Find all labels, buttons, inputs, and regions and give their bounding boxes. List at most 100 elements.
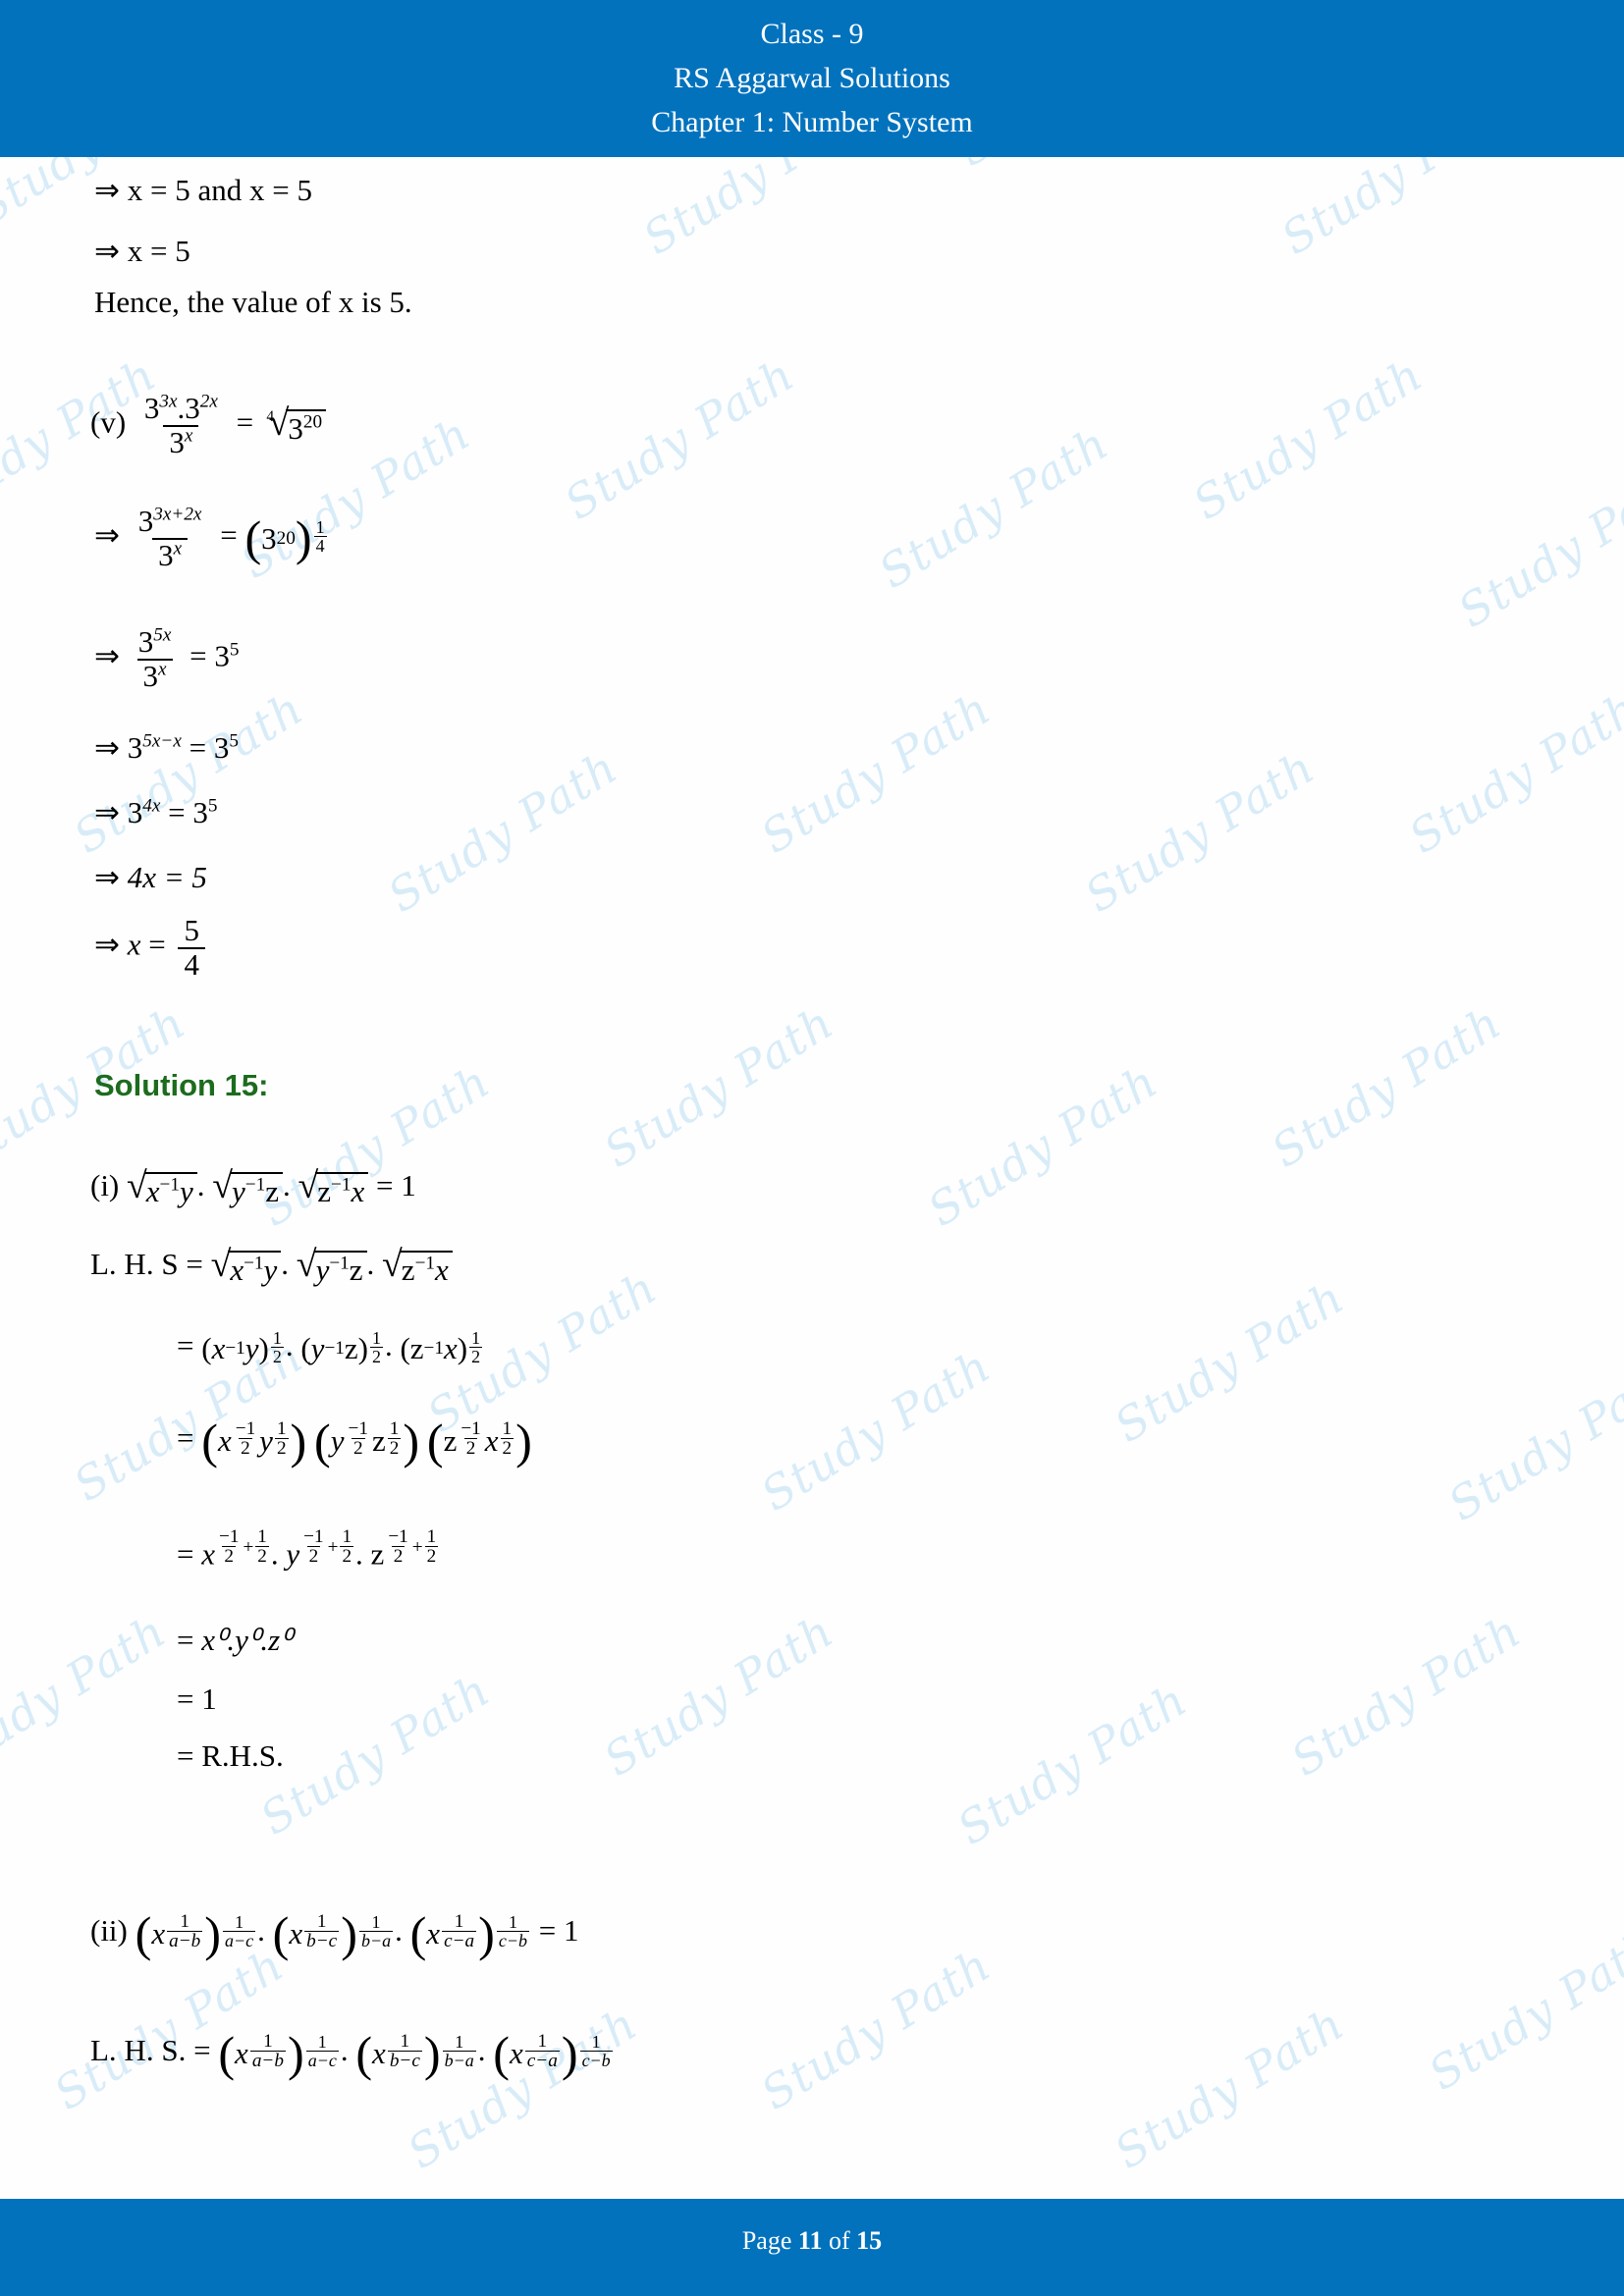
power-group: (z −1 x) 1 2 [400, 1327, 483, 1366]
power-group: (x −1 y) 1 2 [201, 1327, 284, 1366]
base: 3 [158, 537, 174, 572]
paren-group: (y −1 2 z 1 2) [314, 1413, 420, 1468]
total-page-number: 15 [856, 2226, 883, 2255]
outer-exponent-fraction: 1 c−b [496, 1913, 529, 1949]
right-paren: ) [204, 1905, 222, 1961]
watermark-text: Study Path [44, 1938, 294, 2120]
exponent: −1 2 +1 2 [384, 1527, 440, 1567]
page-header: Class - 9 RS Aggarwal Solutions Chapter … [0, 0, 1624, 157]
tail: z [265, 1174, 279, 1209]
exponent-fraction: −1 2 [386, 1526, 409, 1567]
numerator: 1 [235, 1912, 244, 1933]
exponent: −1 2 +1 2 [299, 1527, 355, 1567]
equation-part-i-statement: (i) √ x−1y. √ y−1z. √ z−1x = 1 [90, 1167, 416, 1206]
equation-part-i-step-5: = 1 [177, 1683, 217, 1714]
exponent-fraction: 12 [340, 1527, 354, 1568]
tail: y [244, 1331, 259, 1366]
denominator: a−b [167, 1931, 203, 1952]
left-paren: ( [426, 1413, 444, 1468]
inner-exponent-fraction: 1 b−c [387, 2032, 422, 2072]
current-page-number: 11 [797, 2226, 823, 2255]
fraction: 33x+2x 3x [133, 505, 208, 572]
numerator: 1 [276, 1418, 287, 1440]
equals-sign: = [177, 1623, 194, 1657]
denominator: 2 [340, 1546, 354, 1568]
right-paren: ) [403, 1413, 420, 1468]
inner-exponent-fraction: 1 b−c [304, 1912, 340, 1951]
inner-exponent: 1 c−a [523, 2032, 562, 2072]
numerator: 1 [180, 1911, 190, 1933]
fraction-numerator: 35x [133, 625, 178, 659]
exponent-fraction: 12 [274, 1418, 289, 1459]
inner-exponent-fraction: 1 a−b [167, 1911, 203, 1952]
exponent: 12 [499, 1419, 516, 1460]
left-paren: ( [201, 1413, 218, 1468]
header-class-line: Class - 9 [760, 18, 864, 50]
exponent: 3x [159, 391, 178, 412]
radicand: x−1y [228, 1251, 282, 1285]
implies-arrow: ⇒ [94, 517, 120, 553]
exponent-fraction: −1 2 [459, 1419, 482, 1459]
exponent: −1 [331, 1175, 352, 1197]
math-line-implies-x5-and: ⇒ x = 5 and x = 5 [94, 175, 312, 205]
tail: z [344, 1331, 358, 1366]
watermark-text: Study Path [0, 1604, 176, 1787]
exponent: 12 [386, 1419, 404, 1460]
base: z [409, 1331, 424, 1366]
equation-part-i-step-2: = (x −1 2 y 1 2) (y −1 2 z 1 2) (z −1 2 x 1 2) [177, 1413, 532, 1468]
exponent-fraction: −1 2 [234, 1419, 257, 1459]
lhs-label: L. H. S. [90, 2032, 187, 2067]
equals-sign: = [236, 404, 254, 440]
rhs-base: 3 [192, 795, 208, 829]
variable: x [217, 1423, 232, 1459]
radicand: y−1z [230, 1172, 283, 1206]
inner-exponent-fraction: 1 c−a [524, 2032, 560, 2071]
exponent-fraction: −1 2 [347, 1419, 370, 1459]
power-group: (x 1 b−c) 1 b−a [273, 1908, 395, 1958]
exponent-fraction: −1 2 [217, 1527, 241, 1567]
equation-part-i-step-3: = x −1 2 +1 2. y −1 2 +1 2. z −1 2 +1 2 [177, 1527, 440, 1572]
radicand: z−1x [399, 1251, 453, 1285]
math-text: Hence, the value of x is 5. [94, 285, 412, 319]
denominator: 2 [500, 1438, 514, 1460]
numerator: −1 [388, 1526, 408, 1548]
radicand: 320 [286, 409, 327, 447]
denominator: 2 [270, 1346, 284, 1366]
exponent: −1 [159, 1175, 180, 1197]
exponent: x [184, 425, 193, 447]
implies-arrow: ⇒ [94, 730, 120, 765]
solution-15-heading: Solution 15: [94, 1068, 269, 1102]
base: 3 [288, 411, 303, 447]
lhs-exponent: 4x [142, 795, 161, 817]
variable: z [443, 1423, 458, 1459]
outer-exponent-fraction: 1 b−a [442, 2032, 476, 2069]
outer-exponent-fraction: 12 [270, 1329, 284, 1366]
lhs-label: L. H. S [90, 1247, 179, 1281]
equals-sign: = [189, 638, 207, 673]
left-paren: ( [355, 2025, 373, 2081]
result-value: 1 [201, 1682, 217, 1716]
watermark-text: Study Path [1281, 1604, 1531, 1787]
page-middle-word: of [828, 2226, 850, 2255]
base: x [372, 2036, 386, 2071]
paren-group: (z −1 2 x 1 2) [426, 1413, 532, 1468]
left-paren: ( [244, 510, 262, 566]
equals-sign: = [538, 1912, 557, 1948]
equation-part-v-step-4: ⇒ 34x = 35 [94, 797, 217, 828]
equals-sign: = [186, 1247, 203, 1281]
base: z [370, 1536, 385, 1572]
right-paren: ) [561, 2025, 578, 2081]
watermark-text: Study Path [751, 1339, 1001, 1522]
base: x [235, 2036, 248, 2071]
dot-separator: . [282, 1168, 291, 1202]
equals-sign: = [189, 730, 207, 765]
equation-part-i-step-4: = x⁰.y⁰.z⁰ [177, 1625, 293, 1655]
denominator: b−c [387, 2051, 422, 2072]
plus-sign: + [411, 1537, 423, 1559]
dot-separator: . [340, 2032, 349, 2067]
numerator: 1 [455, 2032, 464, 2053]
equation-text: 4x = 5 [127, 860, 207, 894]
watermark-text: Study Path [1105, 1270, 1354, 1453]
implies-arrow: ⇒ [94, 860, 120, 894]
radicand: z−1x [315, 1172, 369, 1206]
